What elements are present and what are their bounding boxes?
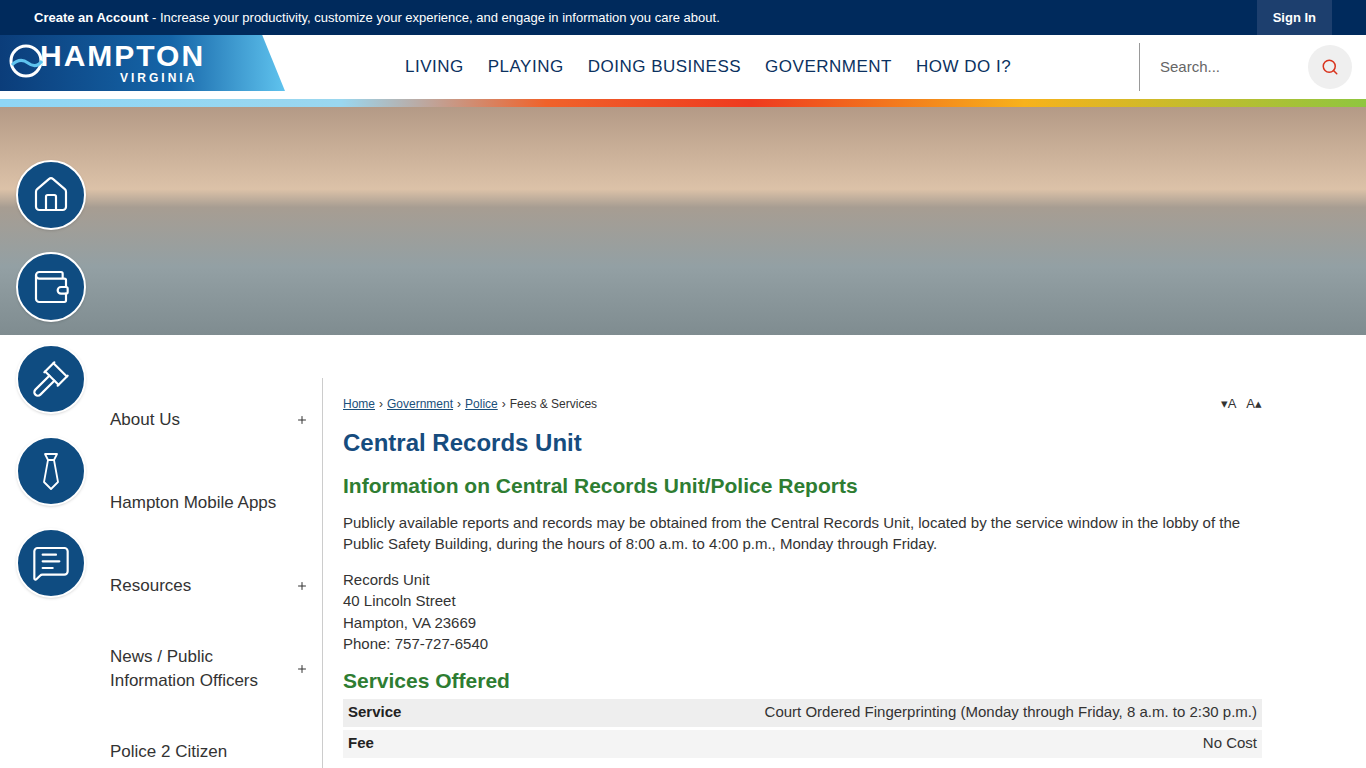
sidebar-item[interactable]: Resources (110, 544, 308, 627)
logo-name: HAMPTON (10, 41, 285, 71)
content: Home›Government›Police›Fees & Services ▾A… (323, 378, 1262, 768)
address-line: Records Unit (343, 569, 1262, 591)
breadcrumb-item[interactable]: Home (343, 395, 375, 413)
logo-state: VIRGINIA (10, 71, 285, 85)
search-button[interactable] (1308, 45, 1352, 89)
sidebar-item[interactable]: Police 2 Citizen (110, 710, 308, 768)
create-account-link[interactable]: Create an Account (34, 10, 148, 25)
page-title: Central Records Unit (343, 428, 1262, 458)
increase-font-button[interactable]: A▴ (1246, 394, 1262, 414)
wallet-icon (31, 267, 71, 307)
search-icon (1321, 58, 1339, 76)
sign-in-button[interactable]: Sign In (1257, 0, 1332, 35)
home-icon (31, 175, 71, 215)
hero-image (0, 107, 1366, 335)
quick-link-button[interactable] (16, 160, 86, 230)
nav-item[interactable]: DOING BUSINESS (588, 54, 741, 80)
quick-link-button[interactable] (16, 436, 86, 506)
quick-link-button[interactable] (16, 344, 86, 414)
breadcrumb: Home›Government›Police›Fees & Services (343, 395, 597, 413)
main-nav: LIVING PLAYING DOING BUSINESS GOVERNMENT HOW… (405, 54, 1011, 80)
tagline: - Increase your productivity, customize … (148, 10, 719, 25)
nav-item[interactable]: GOVERNMENT (765, 54, 892, 80)
top-bar: Create an Account - Increase your produc… (0, 0, 1366, 35)
header: HAMPTONVIRGINIA LIVING PLAYING DOING BUSINE… (0, 35, 1366, 99)
quick-link-button[interactable] (16, 252, 86, 322)
info-paragraph: Publicly available reports and records m… (343, 512, 1262, 554)
expand-icon[interactable] (296, 580, 308, 592)
expand-icon[interactable] (296, 414, 308, 426)
rainbow-stripe (0, 99, 1366, 107)
quick-links (16, 160, 86, 598)
address: Records Unit40 Lincoln StreetHampton, VA… (343, 569, 1262, 655)
main: About UsHampton Mobile AppsResourcesNews… (0, 335, 1366, 768)
services-heading: Services Offered (343, 667, 1262, 695)
address-line: 40 Lincoln Street (343, 590, 1262, 612)
chat-icon (31, 543, 71, 583)
address-line: Hampton, VA 23669 (343, 612, 1262, 634)
sidebar: About UsHampton Mobile AppsResourcesNews… (110, 378, 323, 768)
services-table: ServiceCourt Ordered Fingerprinting (Mon… (343, 699, 1262, 758)
font-size-controls: ▾A A▴ (1221, 394, 1262, 414)
search-input[interactable] (1160, 56, 1298, 79)
page: Create an Account - Increase your produc… (0, 0, 1366, 768)
address-line: Phone: 757-727-6540 (343, 633, 1262, 655)
nav-item[interactable]: LIVING (405, 54, 464, 80)
nav-item[interactable]: PLAYING (488, 54, 564, 80)
breadcrumb-item: Fees & Services (510, 395, 597, 413)
breadcrumb-item[interactable]: Government (387, 395, 453, 413)
wave-icon (8, 43, 44, 79)
expand-icon[interactable] (296, 663, 308, 675)
breadcrumb-item[interactable]: Police (465, 395, 498, 413)
logo[interactable]: HAMPTONVIRGINIA (0, 35, 285, 91)
decrease-font-button[interactable]: ▾A (1221, 394, 1237, 414)
tie-icon (36, 451, 66, 491)
nav-item[interactable]: HOW DO I? (916, 54, 1011, 80)
sidebar-item[interactable]: Hampton Mobile Apps (110, 461, 308, 544)
section-heading: Information on Central Records Unit/Poli… (343, 472, 1262, 500)
table-row: FeeNo Cost (343, 730, 1262, 758)
table-row: ServiceCourt Ordered Fingerprinting (Mon… (343, 699, 1262, 727)
sidebar-item[interactable]: News / Public Information Officers (110, 627, 308, 710)
search-box (1139, 43, 1366, 91)
sidebar-item[interactable]: About Us (110, 378, 308, 461)
gavel-icon (31, 359, 71, 399)
quick-link-button[interactable] (16, 528, 86, 598)
